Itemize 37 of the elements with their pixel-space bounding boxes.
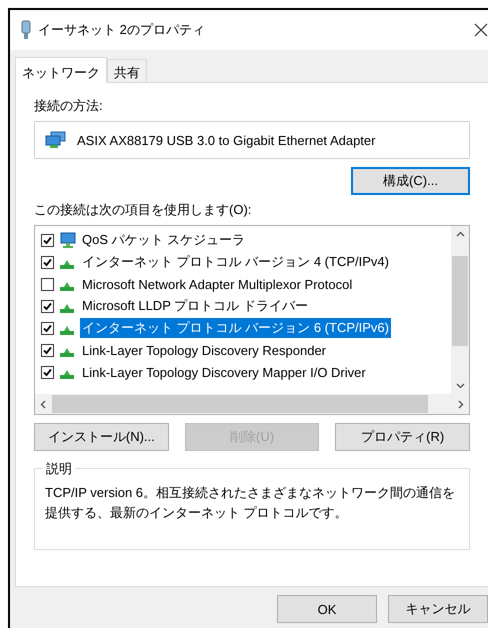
network-adapter-icon	[45, 131, 67, 149]
list-item[interactable]: Link-Layer Topology Discovery Mapper I/O Driver	[80, 364, 368, 380]
checkbox[interactable]	[41, 256, 54, 268]
dialog-button[interactable]: OK	[277, 595, 377, 623]
list-item[interactable]: Link-Layer Topology Discovery Responder	[80, 342, 328, 358]
checkbox[interactable]	[41, 278, 54, 290]
checkbox[interactable]	[41, 300, 54, 312]
adapter-field: ASIX AX88179 USB 3.0 to Gigabit Ethernet Adapter	[34, 121, 470, 159]
list-item[interactable]: Microsoft Network Adapter Multiplexor Protocol	[80, 276, 354, 292]
scroll-up-icon[interactable]	[456, 230, 464, 239]
checkbox[interactable]	[41, 234, 54, 246]
monitor-icon	[58, 232, 76, 248]
close-icon[interactable]	[474, 23, 488, 37]
tab[interactable]: ネットワーク	[15, 57, 107, 83]
scroll-down-icon[interactable]	[456, 381, 464, 390]
ethernet-plug-icon	[20, 20, 32, 40]
scroll-right-icon[interactable]	[456, 400, 465, 408]
group-legend: 説明	[43, 460, 75, 478]
action-button[interactable]: インストール(N)...	[34, 423, 169, 451]
dialog-button[interactable]: キャンセル	[388, 595, 488, 623]
configure-button[interactable]: 構成(C)...	[351, 167, 470, 195]
vertical-scrollbar[interactable]	[451, 226, 469, 394]
checkbox[interactable]	[41, 322, 54, 334]
items-label: この接続は次の項目を使用します(O):	[34, 201, 252, 219]
description-text: TCP/IP version 6。相互接続されたさまざまなネットワーク間の通信を提供する、最新のインターネット プロトコルです。	[45, 484, 456, 522]
list-item[interactable]: インターネット プロトコル バージョン 6 (TCP/IPv6)	[80, 318, 391, 338]
action-button[interactable]: プロパティ(R)	[335, 423, 470, 451]
list-item[interactable]: QoS パケット スケジューラ	[80, 230, 248, 250]
tab[interactable]: 共有	[107, 59, 147, 82]
list-item[interactable]: Microsoft LLDP プロトコル ドライバー	[80, 296, 310, 316]
horizontal-scrollbar[interactable]	[35, 394, 469, 414]
window-title: イーサネット 2のプロパティ	[38, 21, 206, 39]
connect-using-label: 接続の方法:	[34, 97, 104, 115]
checkbox[interactable]	[41, 366, 54, 378]
checkbox[interactable]	[41, 344, 54, 356]
list-item[interactable]: インターネット プロトコル バージョン 4 (TCP/IPv4)	[80, 252, 391, 272]
scroll-left-icon[interactable]	[39, 400, 48, 408]
